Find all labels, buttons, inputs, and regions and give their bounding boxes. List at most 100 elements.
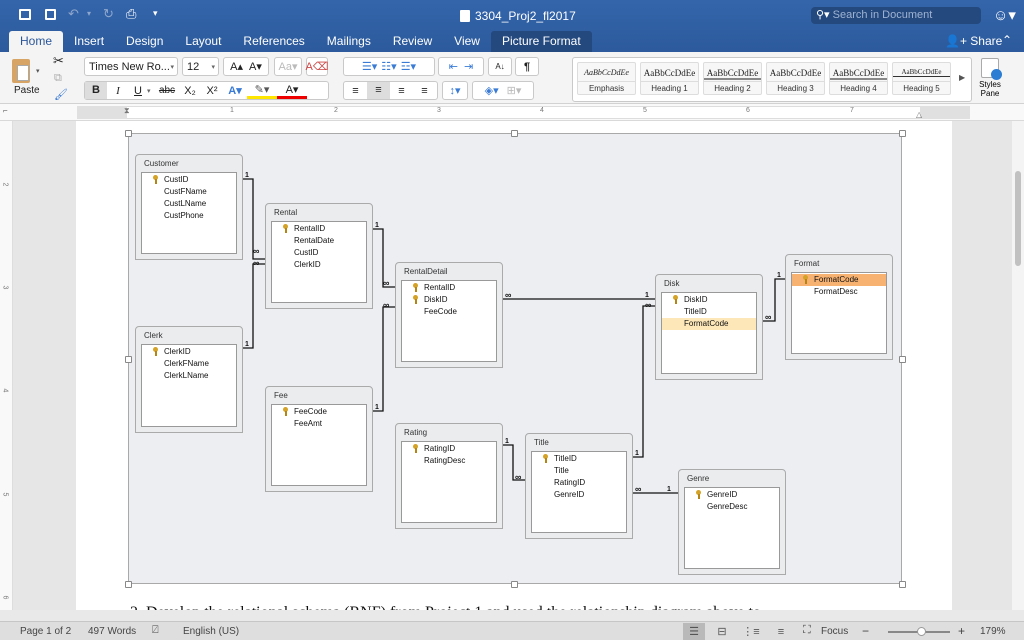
- proofing-icon[interactable]: ⍁: [152, 624, 159, 637]
- table-title[interactable]: Title TitleID Title RatingID GenreID: [525, 433, 633, 539]
- page-count[interactable]: Page 1 of 2: [20, 626, 71, 637]
- copy-icon[interactable]: ⧉: [54, 72, 62, 85]
- print-icon[interactable]: ⎙: [126, 6, 136, 22]
- show-formatting-button[interactable]: ¶: [515, 57, 539, 76]
- horizontal-ruler[interactable]: ⌐ 1 2 3 4 5 6 7 ⧗ △: [0, 104, 1024, 121]
- tab-layout[interactable]: Layout: [174, 31, 232, 52]
- zoom-in-icon[interactable]: +: [958, 624, 965, 638]
- tab-review[interactable]: Review: [382, 31, 443, 52]
- field-row[interactable]: ClerkID: [142, 346, 236, 358]
- field-row[interactable]: ClerkFName: [142, 358, 236, 370]
- table-customer[interactable]: Customer CustID CustFName CustLName CustPhon…: [135, 154, 243, 260]
- field-row[interactable]: FeeAmt: [272, 418, 366, 430]
- styles-pane-button[interactable]: Styles Pane: [972, 57, 1008, 103]
- tab-mailings[interactable]: Mailings: [316, 31, 382, 52]
- field-row[interactable]: CustFName: [142, 186, 236, 198]
- resize-handle[interactable]: [899, 356, 906, 363]
- table-format[interactable]: Format FormatCode FormatDesc: [785, 254, 893, 360]
- relationship-line[interactable]: [243, 263, 265, 349]
- tab-references[interactable]: References: [232, 31, 315, 52]
- grow-font-button[interactable]: A▴: [230, 60, 243, 73]
- resize-handle[interactable]: [125, 356, 132, 363]
- bold-button[interactable]: B: [85, 82, 107, 99]
- language-indicator[interactable]: English (US): [183, 626, 239, 637]
- sort-button[interactable]: A↓: [488, 57, 512, 76]
- cut-icon[interactable]: ✂: [53, 53, 64, 69]
- left-indent-marker[interactable]: ⧗: [124, 106, 130, 116]
- field-row[interactable]: Title: [532, 465, 626, 477]
- field-row[interactable]: RatingDesc: [402, 455, 496, 467]
- zoom-out-icon[interactable]: −: [862, 624, 869, 638]
- outline-view-icon[interactable]: ⋮≡: [740, 623, 762, 640]
- field-row[interactable]: ClerkLName: [142, 370, 236, 382]
- font-color-icon[interactable]: A▾: [277, 83, 307, 99]
- resize-handle[interactable]: [899, 130, 906, 137]
- table-rental[interactable]: Rental RentalID RentalDate CustID ClerkID: [265, 203, 373, 309]
- right-indent-marker[interactable]: △: [916, 110, 922, 119]
- table-rentaldetail[interactable]: RentalDetail RentalID DiskID FeeCode: [395, 262, 503, 368]
- highlight-icon[interactable]: ✎▾: [247, 83, 277, 99]
- tab-insert[interactable]: Insert: [63, 31, 115, 52]
- paste-dropdown-icon[interactable]: ▾: [36, 67, 40, 75]
- zoom-slider-thumb[interactable]: [917, 627, 927, 636]
- tab-picture-format[interactable]: Picture Format: [490, 31, 592, 52]
- relationship-diagram-image[interactable]: Customer CustID CustFName CustLName CustPhon…: [125, 130, 906, 588]
- tab-view[interactable]: View: [443, 31, 491, 52]
- resize-handle[interactable]: [511, 581, 518, 588]
- shading-icon[interactable]: ◈▾: [485, 84, 499, 97]
- resize-handle[interactable]: [125, 130, 132, 137]
- sidebar-toggle-icon[interactable]: [19, 9, 31, 20]
- style-heading-2[interactable]: AaBbCcDdEe Heading 2: [703, 62, 762, 95]
- justify-icon[interactable]: ≡: [413, 85, 436, 97]
- field-row[interactable]: RatingID: [402, 443, 496, 455]
- field-row[interactable]: DiskID: [402, 294, 496, 306]
- tab-design[interactable]: Design: [115, 31, 174, 52]
- italic-button[interactable]: I: [107, 85, 129, 97]
- search-input[interactable]: ⚲▾ Search in Document: [811, 7, 981, 24]
- style-heading-1[interactable]: AaBbCcDdEe Heading 1: [640, 62, 699, 95]
- zoom-level[interactable]: 179%: [980, 626, 1006, 637]
- vertical-scrollbar[interactable]: [1012, 121, 1024, 610]
- strikethrough-button[interactable]: abc: [155, 85, 179, 96]
- superscript-button[interactable]: X²: [201, 85, 223, 97]
- field-row[interactable]: CustID: [272, 247, 366, 259]
- field-row[interactable]: FormatCode: [662, 318, 756, 330]
- field-row[interactable]: CustPhone: [142, 210, 236, 222]
- feedback-smiley-icon[interactable]: ☺▾: [993, 6, 1016, 24]
- chevron-down-icon[interactable]: ▾: [147, 87, 155, 95]
- styles-more-icon[interactable]: ▶: [959, 73, 965, 82]
- style-emphasis[interactable]: AaBbCcDdEe Emphasis: [577, 62, 636, 95]
- relationship-line[interactable]: [373, 306, 395, 412]
- scrollbar-thumb[interactable]: [1015, 171, 1021, 266]
- decrease-indent-icon[interactable]: ⇤: [449, 60, 458, 73]
- align-right-icon[interactable]: ≡: [390, 85, 413, 97]
- table-clerk[interactable]: Clerk ClerkID ClerkFName ClerkLName: [135, 326, 243, 433]
- field-row[interactable]: GenreDesc: [685, 501, 779, 513]
- field-row[interactable]: TitleID: [662, 306, 756, 318]
- bullets-icon[interactable]: ☰▾: [362, 60, 377, 73]
- field-row[interactable]: GenreID: [685, 489, 779, 501]
- field-row[interactable]: RentalDate: [272, 235, 366, 247]
- focus-icon[interactable]: ⛶: [803, 624, 811, 637]
- undo-dropdown-icon[interactable]: ▾: [87, 9, 91, 18]
- relationship-line[interactable]: [503, 444, 525, 481]
- table-rating[interactable]: Rating RatingID RatingDesc: [395, 423, 503, 529]
- subscript-button[interactable]: X₂: [179, 85, 201, 97]
- field-row[interactable]: RentalID: [272, 223, 366, 235]
- field-row[interactable]: FeeCode: [272, 406, 366, 418]
- multilevel-list-icon[interactable]: ☲▾: [401, 60, 416, 73]
- align-left-icon[interactable]: ≡: [344, 85, 367, 97]
- web-layout-view-icon[interactable]: ⊟: [711, 623, 733, 640]
- table-genre[interactable]: Genre GenreID GenreDesc: [678, 469, 786, 575]
- undo-icon[interactable]: ↶: [68, 6, 79, 22]
- align-center-icon[interactable]: ≡: [367, 82, 390, 99]
- table-fee[interactable]: Fee FeeCode FeeAmt: [265, 386, 373, 492]
- field-row[interactable]: DiskID: [662, 294, 756, 306]
- field-row[interactable]: FeeCode: [402, 306, 496, 318]
- field-row[interactable]: FormatCode: [792, 274, 886, 286]
- relationship-line[interactable]: [633, 305, 655, 458]
- line-spacing-button[interactable]: ↕▾: [442, 81, 468, 100]
- collapse-ribbon-icon[interactable]: ⌃: [1002, 33, 1012, 47]
- style-heading-3[interactable]: AaBbCcDdEe Heading 3: [766, 62, 825, 95]
- style-heading-5[interactable]: AaBbCcDdEe Heading 5: [892, 62, 951, 95]
